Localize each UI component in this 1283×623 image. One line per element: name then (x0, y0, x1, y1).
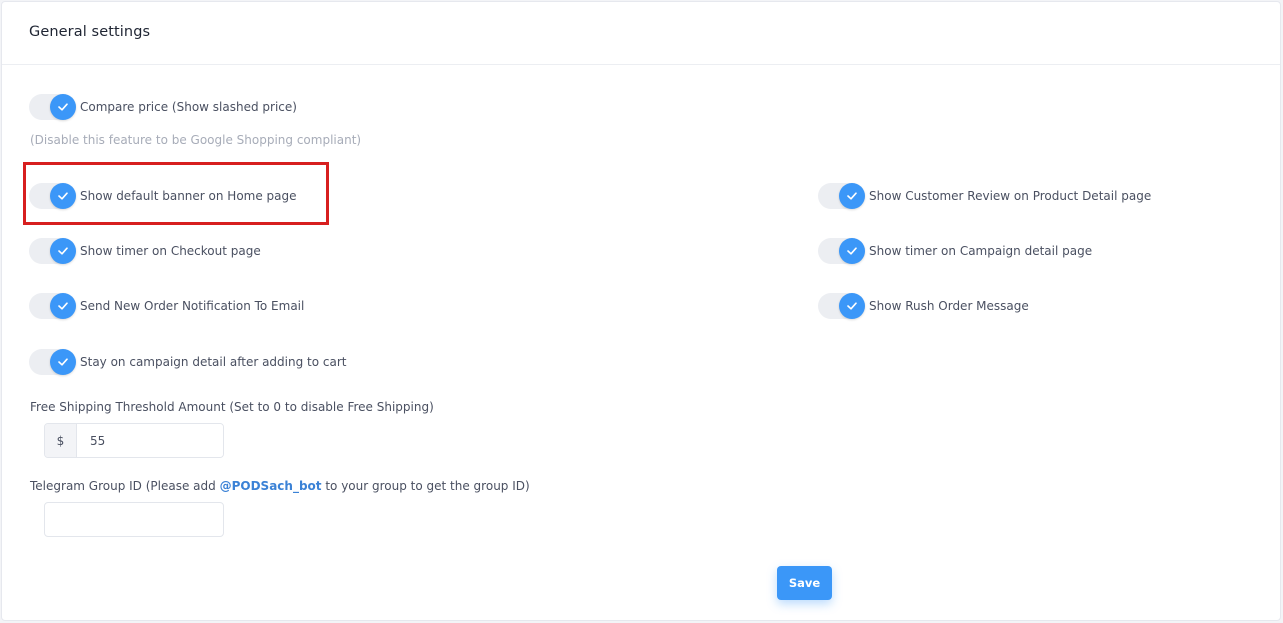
order-notification-switch[interactable] (29, 293, 76, 319)
stay-campaign-toggle-row[interactable]: Stay on campaign detail after adding to … (29, 349, 347, 375)
customer-review-toggle-row[interactable]: Show Customer Review on Product Detail p… (818, 183, 1151, 209)
compare-price-switch[interactable] (29, 94, 76, 120)
timer-campaign-label: Show timer on Campaign detail page (869, 244, 1093, 258)
customer-review-switch[interactable] (818, 183, 865, 209)
compare-price-hint: (Disable this feature to be Google Shopp… (30, 133, 362, 147)
save-button[interactable]: Save (777, 566, 832, 600)
compare-price-toggle-row[interactable]: Compare price (Show slashed price) (29, 94, 297, 120)
customer-review-label: Show Customer Review on Product Detail p… (869, 189, 1152, 203)
compare-price-label: Compare price (Show slashed price) (80, 100, 297, 114)
free-shipping-label: Free Shipping Threshold Amount (Set to 0… (30, 400, 434, 414)
check-icon (50, 349, 76, 375)
check-icon (50, 293, 76, 319)
default-banner-label: Show default banner on Home page (80, 189, 297, 203)
free-shipping-input-group: $ (44, 423, 224, 458)
default-banner-switch[interactable] (29, 183, 76, 209)
check-icon (839, 293, 865, 319)
timer-checkout-label: Show timer on Checkout page (80, 244, 261, 258)
page-title: General settings (29, 24, 151, 40)
order-notification-toggle-row[interactable]: Send New Order Notification To Email (29, 293, 304, 319)
telegram-label-before: Telegram Group ID (Please add (30, 479, 220, 493)
check-icon (50, 238, 76, 264)
timer-campaign-toggle-row[interactable]: Show timer on Campaign detail page (818, 238, 1092, 264)
telegram-label-after: to your group to get the group ID) (321, 479, 530, 493)
free-shipping-input[interactable] (77, 424, 223, 457)
check-icon (50, 94, 76, 120)
currency-addon: $ (45, 424, 77, 457)
general-settings-card: General settings Compare price (Show sla… (1, 1, 1281, 621)
rush-order-label: Show Rush Order Message (869, 299, 1029, 313)
check-icon (50, 183, 76, 209)
stay-campaign-label: Stay on campaign detail after adding to … (80, 355, 347, 369)
card-header: General settings (2, 2, 1280, 65)
stay-campaign-switch[interactable] (29, 349, 76, 375)
rush-order-toggle-row[interactable]: Show Rush Order Message (818, 293, 1029, 319)
order-notification-label: Send New Order Notification To Email (80, 299, 305, 313)
check-icon (839, 238, 865, 264)
telegram-bot-link[interactable]: @PODSach_bot (220, 479, 322, 493)
timer-checkout-switch[interactable] (29, 238, 76, 264)
rush-order-switch[interactable] (818, 293, 865, 319)
default-banner-toggle-row[interactable]: Show default banner on Home page (29, 183, 297, 209)
telegram-label: Telegram Group ID (Please add @PODSach_b… (30, 479, 530, 493)
timer-checkout-toggle-row[interactable]: Show timer on Checkout page (29, 238, 261, 264)
telegram-group-id-input[interactable] (44, 502, 224, 537)
timer-campaign-switch[interactable] (818, 238, 865, 264)
check-icon (839, 183, 865, 209)
